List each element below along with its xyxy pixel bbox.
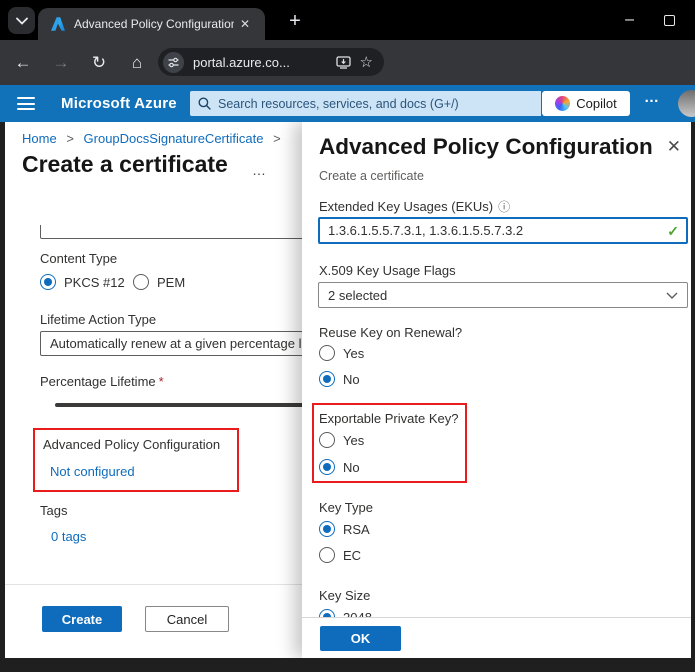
maximize-button[interactable] (664, 15, 675, 26)
page-title-more-icon[interactable]: … (252, 162, 267, 178)
flyout-title: Advanced Policy Configuration (319, 134, 653, 160)
site-settings-button[interactable] (163, 52, 184, 73)
flyout-footer: OK (302, 617, 691, 658)
reuse-key-label: Reuse Key on Renewal? (319, 325, 462, 340)
portal-menu-button[interactable] (17, 97, 35, 110)
bookmark-star-icon[interactable]: ☆ (360, 53, 373, 71)
eku-input-wrap: ✓ (318, 217, 688, 244)
tab-close-icon[interactable]: ✕ (240, 17, 250, 31)
percentage-lifetime-label: Percentage Lifetime* (40, 374, 164, 389)
portal-more-button[interactable]: … (644, 89, 661, 106)
breadcrumb-separator: > (273, 131, 281, 146)
reuse-key-no-radio[interactable]: No (319, 370, 360, 388)
portal-search-input[interactable] (218, 97, 508, 111)
back-button[interactable]: ← (8, 53, 38, 73)
content-type-pem-radio[interactable]: PEM (133, 273, 185, 291)
radio-icon (319, 432, 335, 448)
radio-icon (319, 345, 335, 361)
portal-search-box[interactable] (190, 91, 541, 116)
tags-label: Tags (40, 503, 67, 518)
address-bar[interactable]: portal.azure.co... ☆ (158, 48, 384, 76)
key-size-partial-row: 2048 (319, 608, 372, 617)
copilot-button[interactable]: Copilot (542, 91, 630, 116)
forward-button[interactable]: → (46, 53, 76, 73)
breadcrumb: Home > GroupDocsSignatureCertificate > (22, 131, 287, 146)
key-size-label: Key Size (319, 588, 370, 603)
key-size-2048-radio[interactable]: 2048 (319, 608, 372, 617)
eku-input[interactable] (320, 219, 650, 242)
tab-title: Advanced Policy Configuration (74, 17, 234, 31)
exportable-key-label: Exportable Private Key? (319, 411, 458, 426)
azure-brand: Microsoft Azure (61, 95, 177, 112)
minimize-button[interactable]: – (625, 13, 634, 27)
copilot-label: Copilot (576, 96, 616, 111)
account-avatar[interactable] (678, 90, 695, 117)
portal-content: Home > GroupDocsSignatureCertificate > C… (5, 122, 691, 658)
chevron-down-icon (666, 292, 678, 299)
tab-search-button[interactable] (8, 7, 35, 34)
new-tab-button[interactable]: + (282, 8, 308, 34)
home-button[interactable]: ⌂ (122, 53, 152, 73)
chevron-down-icon (16, 17, 28, 25)
copilot-icon (555, 96, 570, 111)
not-configured-link[interactable]: Not configured (50, 464, 135, 479)
info-icon[interactable]: ⓘ (498, 200, 510, 214)
required-asterisk: * (159, 374, 164, 389)
radio-selected-icon (319, 459, 335, 475)
lifetime-action-type-label: Lifetime Action Type (40, 312, 156, 327)
exportable-no-radio[interactable]: No (319, 458, 360, 476)
content-type-label: Content Type (40, 251, 117, 266)
advanced-policy-configuration-label: Advanced Policy Configuration (43, 437, 220, 452)
valid-check-icon: ✓ (667, 223, 679, 240)
exportable-yes-radio[interactable]: Yes (319, 431, 364, 449)
footer-divider (5, 584, 302, 585)
radio-selected-icon (319, 609, 335, 617)
breadcrumb-home-link[interactable]: Home (22, 131, 57, 146)
window-controls: – (625, 0, 675, 40)
azure-favicon (50, 16, 66, 32)
breadcrumb-separator: > (66, 131, 74, 146)
tune-icon (168, 57, 179, 68)
url-text: portal.azure.co... (193, 55, 336, 70)
radio-selected-icon (319, 371, 335, 387)
tags-link[interactable]: 0 tags (51, 529, 86, 544)
install-icon (336, 56, 351, 69)
breadcrumb-current-link[interactable]: GroupDocsSignatureCertificate (84, 131, 264, 146)
search-icon (198, 97, 211, 110)
browser-toolbar: ← → ↻ ⌂ portal.azure.co... ☆ (0, 40, 695, 85)
ok-button[interactable]: OK (320, 626, 401, 651)
reload-button[interactable]: ↻ (84, 53, 114, 73)
create-button[interactable]: Create (42, 606, 122, 632)
browser-tab[interactable]: Advanced Policy Configuration ✕ (38, 8, 265, 40)
radio-selected-icon (319, 521, 335, 537)
reuse-key-yes-radio[interactable]: Yes (319, 344, 364, 362)
subject-field-partial[interactable] (40, 225, 306, 239)
key-type-rsa-radio[interactable]: RSA (319, 520, 370, 538)
eku-label: Extended Key Usages (EKUs)ⓘ (319, 198, 510, 215)
browser-titlebar: Advanced Policy Configuration ✕ + – (0, 0, 695, 40)
advanced-policy-flyout: Advanced Policy Configuration ✕ Create a… (302, 122, 691, 658)
install-app-button[interactable] (336, 56, 351, 69)
key-usage-flags-label: X.509 Key Usage Flags (319, 263, 456, 278)
key-usage-flags-dropdown[interactable]: 2 selected (318, 282, 688, 308)
key-type-ec-radio[interactable]: EC (319, 546, 361, 564)
page-title: Create a certificate (22, 151, 228, 178)
lifetime-action-type-dropdown[interactable]: Automatically renew at a given percentag… (40, 331, 306, 356)
radio-selected-icon (40, 274, 56, 290)
key-type-label: Key Type (319, 500, 373, 515)
flyout-subtitle: Create a certificate (319, 169, 424, 183)
flyout-close-icon[interactable]: ✕ (667, 137, 681, 157)
azure-portal-header: Microsoft Azure Copilot … (0, 85, 695, 122)
percentage-lifetime-slider[interactable] (55, 403, 306, 407)
radio-icon (319, 547, 335, 563)
radio-icon (133, 274, 149, 290)
content-type-pkcs12-radio[interactable]: PKCS #12 (40, 273, 125, 291)
cancel-button[interactable]: Cancel (145, 606, 229, 632)
